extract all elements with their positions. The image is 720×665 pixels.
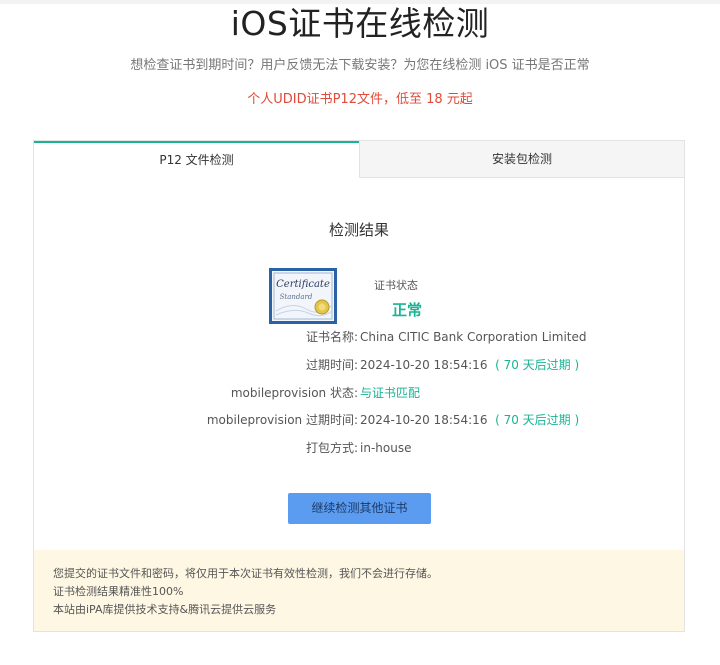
info-row-provision-expire: mobileprovision 过期时间: 2024-10-20 18:54:1… — [34, 410, 684, 430]
info-value: 2024-10-20 18:54:16 ( 70 天后过期 ) — [360, 358, 580, 372]
info-label: 打包方式: — [305, 441, 358, 455]
provision-match-status: 与证书匹配 — [360, 386, 421, 400]
promo-text[interactable]: 个人UDID证书P12文件，低至 18 元起 — [0, 90, 720, 110]
info-label: mobileprovision 过期时间: — [206, 413, 358, 427]
certificate-word: Certificate — [276, 279, 330, 290]
info-row-cert-name: 证书名称: China CITIC Bank Corporation Limit… — [34, 327, 684, 347]
info-label: 过期时间: — [305, 358, 358, 372]
provision-expire-countdown: ( 70 天后过期 ) — [495, 413, 580, 427]
tab-bar: P12 文件检测 安装包检测 — [34, 141, 684, 178]
check-card: P12 文件检测 安装包检测 检测结果 Certificate Standard… — [33, 140, 685, 632]
info-label: mobileprovision 状态: — [230, 386, 358, 400]
info-row-expire-time: 过期时间: 2024-10-20 18:54:16 ( 70 天后过期 ) — [34, 355, 684, 375]
tab-p12-check[interactable]: P12 文件检测 — [34, 141, 359, 178]
info-row-provision-status: mobileprovision 状态: 与证书匹配 — [34, 383, 684, 403]
status-value: 正常 — [392, 301, 423, 319]
notice-line: 您提交的证书文件和密码，将仅用于本次证书有效性检测，我们不会进行存储。 — [53, 567, 438, 580]
notice-line: 证书检测结果精准性100% — [53, 585, 184, 598]
result-title: 检测结果 — [328, 221, 389, 239]
tab-package-check[interactable]: 安装包检测 — [359, 141, 684, 178]
info-row-package-type: 打包方式: in-house — [34, 438, 684, 458]
notice-line: 本站由iPA库提供技术支持&腾讯云提供云服务 — [53, 603, 277, 616]
info-value: 与证书匹配 — [360, 383, 420, 403]
certificate-graphic: Certificate Standard — [272, 271, 334, 321]
status-label: 证书状态 — [374, 279, 418, 292]
page-title: iOS证书在线检测 — [230, 4, 490, 43]
continue-check-button[interactable]: 继续检测其他证书 — [288, 493, 431, 524]
expire-countdown: ( 70 天后过期 ) — [495, 358, 580, 372]
info-value: China CITIC Bank Corporation Limited — [360, 330, 587, 344]
page-subtitle: 想检查证书到期时间？用户反馈无法下载安装？为您在线检测 iOS 证书是否正常 — [130, 58, 590, 73]
certificate-standard-word: Standard — [280, 293, 313, 301]
info-value: 2024-10-20 18:54:16 ( 70 天后过期 ) — [360, 413, 580, 427]
info-value: in-house — [360, 441, 412, 455]
certificate-icon: Certificate Standard — [269, 268, 337, 324]
notice-box: 您提交的证书文件和密码，将仅用于本次证书有效性检测，我们不会进行存储。 证书检测… — [34, 550, 684, 631]
info-label: 证书名称: — [305, 330, 358, 344]
